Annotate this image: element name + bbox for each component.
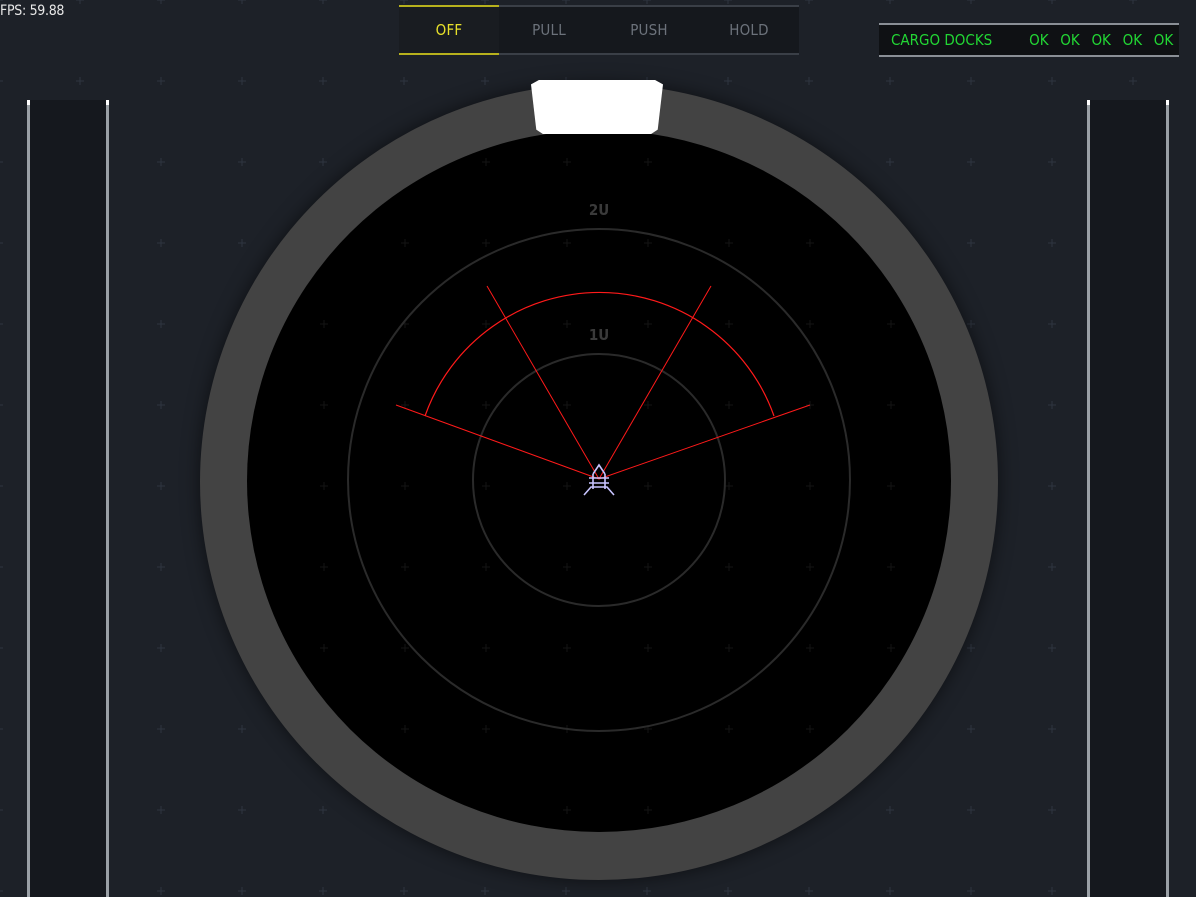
radar-grid-mark [563, 158, 571, 166]
radar-grid-mark [644, 644, 652, 652]
radar-grid-mark [806, 644, 814, 652]
beam-boundary-right-inner [598, 285, 712, 480]
radar-grid-mark [887, 401, 895, 409]
radar-grid-mark [887, 644, 895, 652]
radar-grid-mark [644, 239, 652, 247]
radar-grid-mark [482, 158, 490, 166]
radar-grid-mark [401, 563, 409, 571]
radar-overlay [320, 158, 895, 814]
radar-grid-mark [401, 725, 409, 733]
range-ring-2u [347, 228, 851, 732]
radar-grid-mark [563, 482, 571, 490]
radar-grid-mark [644, 482, 652, 490]
radar-grid-mark [401, 239, 409, 247]
radar-grid-mark [482, 644, 490, 652]
radar-grid-mark [644, 806, 652, 814]
radar-grid-mark [482, 239, 490, 247]
radar-grid-mark [320, 563, 328, 571]
beam-boundary-left-inner [486, 285, 600, 480]
radar-grid-mark [401, 482, 409, 490]
radar-grid-mark [482, 320, 490, 328]
beam-boundary-right-outer [598, 404, 811, 480]
radar-grid-mark [482, 563, 490, 571]
radar-grid-mark [320, 482, 328, 490]
radar-grid-mark [563, 401, 571, 409]
range-label-1u: 1U [588, 326, 610, 344]
radar-grid-mark [725, 482, 733, 490]
radar-grid-mark [806, 239, 814, 247]
radar-grid-mark [806, 482, 814, 490]
radar-grid-mark [725, 563, 733, 571]
radar-grid-mark [563, 563, 571, 571]
radar-grid-mark [401, 644, 409, 652]
radar-grid-mark [806, 320, 814, 328]
radar-grid-mark [725, 239, 733, 247]
radar-grid-mark [887, 563, 895, 571]
radar-grid-mark [563, 320, 571, 328]
radar-grid-mark [644, 320, 652, 328]
radar-grid-mark [644, 563, 652, 571]
game-viewport: FPS: 59.88 OFF PULL PUSH HOLD CARGO DOCK… [0, 0, 1196, 897]
radar-grid-mark [320, 644, 328, 652]
radar-grid-mark [482, 482, 490, 490]
range-label-2u: 2U [588, 201, 610, 219]
radar-grid-mark [644, 401, 652, 409]
radar-grid-mark [482, 401, 490, 409]
radar-grid-mark [563, 806, 571, 814]
range-ring-1u [472, 353, 726, 607]
beam-boundary-left-outer [395, 404, 600, 480]
radar-grid-mark [644, 158, 652, 166]
radar-grid-mark [482, 725, 490, 733]
radar-grid-mark [887, 482, 895, 490]
radar-grid-mark [806, 725, 814, 733]
radar-grid-dots [320, 158, 895, 814]
radar-grid-mark [725, 320, 733, 328]
radar-grid-mark [563, 239, 571, 247]
radar-grid-mark [725, 725, 733, 733]
player-ship-icon [583, 463, 615, 496]
radar-grid-mark [563, 644, 571, 652]
radar-grid-mark [725, 644, 733, 652]
radar-grid-mark [320, 320, 328, 328]
radar-grid-mark [725, 401, 733, 409]
radar-grid-mark [806, 563, 814, 571]
radar-grid-mark [320, 401, 328, 409]
radar-grid-mark [887, 320, 895, 328]
